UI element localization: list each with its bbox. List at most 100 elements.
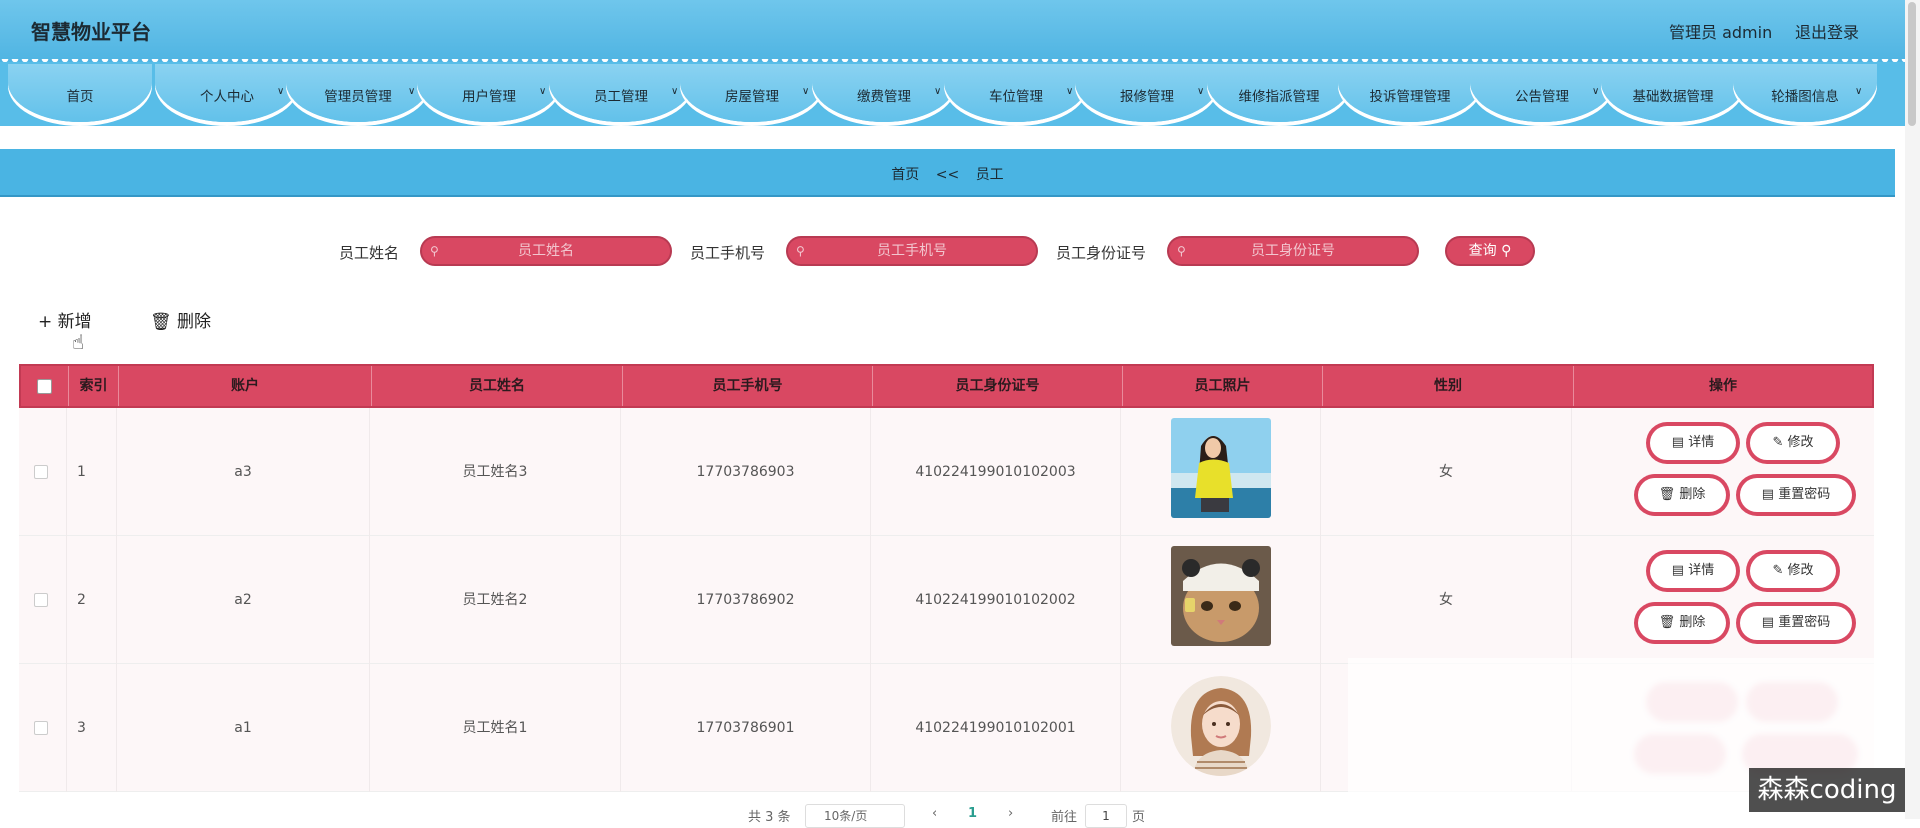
edit-button[interactable]: ✎ 修改 <box>1746 422 1840 464</box>
goto-page-input[interactable]: 1 <box>1085 804 1127 828</box>
search-id-input[interactable]: ⚲ 员工身份证号 <box>1167 236 1419 266</box>
hand-cursor-icon: ☝ <box>72 330 85 354</box>
search-name-input[interactable]: ⚲ 员工姓名 <box>420 236 672 266</box>
search-phone-input[interactable]: ⚲ 员工手机号 <box>786 236 1038 266</box>
search-phone-label: 员工手机号 <box>690 244 766 262</box>
plus-icon: + <box>38 312 53 332</box>
nav-item[interactable]: 车位管理 ∨ <box>944 64 1088 122</box>
page-size-select[interactable]: 10条/页 <box>805 804 905 828</box>
search-icon: ⚲ <box>796 244 805 258</box>
id-number-cell: 410224199010102001 <box>871 664 1121 792</box>
nav-item[interactable]: 基础数据管理 <box>1601 64 1745 122</box>
column-header: 性别 <box>1323 366 1574 406</box>
nav-item[interactable]: 公告管理 ∨ <box>1470 64 1614 122</box>
delete-button[interactable]: 🗑 删除 <box>150 307 211 332</box>
search-icon: ⚲ <box>430 244 439 258</box>
name-cell: 员工姓名2 <box>370 536 621 664</box>
document-icon: ▤ <box>1761 487 1775 502</box>
detail-label: 详情 <box>1688 563 1715 578</box>
nav-item[interactable]: 缴费管理 ∨ <box>812 64 956 122</box>
nav-item[interactable]: 个人中心 ∨ <box>155 64 299 122</box>
phone-cell: 17703786902 <box>621 536 871 664</box>
search-button-label: 查询 <box>1468 243 1497 259</box>
edit-label: 修改 <box>1787 563 1814 578</box>
reset-password-label: 重置密码 <box>1778 615 1831 630</box>
edit-button[interactable]: ✎ 修改 <box>1746 550 1840 592</box>
row-checkbox[interactable] <box>34 721 48 735</box>
nav-item[interactable]: 轮播图信息 ∨ <box>1733 64 1877 122</box>
search-id-label: 员工身份证号 <box>1056 244 1147 262</box>
account-cell: a1 <box>117 664 370 792</box>
nav-item[interactable]: 报修管理 ∨ <box>1075 64 1219 122</box>
edit-label: 修改 <box>1787 435 1814 450</box>
page-size-value: 10条/页 <box>824 809 868 823</box>
search-name-label: 员工姓名 <box>339 244 400 262</box>
breadcrumb-separator: << <box>935 167 960 183</box>
gender-cell: 女 <box>1321 536 1572 664</box>
reset-password-button[interactable]: ▤ 重置密码 <box>1736 474 1856 516</box>
detail-button[interactable]: ▤ 详情 <box>1646 422 1740 464</box>
reset-password-button[interactable]: ▤ 重置密码 <box>1736 602 1856 644</box>
page-scrollbar[interactable] <box>1905 0 1920 819</box>
brand-title: 智慧物业平台 <box>31 20 151 44</box>
breadcrumb-current: 员工 <box>975 167 1004 183</box>
account-cell: a3 <box>117 408 370 536</box>
row-delete-button[interactable]: 🗑 删除 <box>1634 474 1730 516</box>
nav-item-label: 投诉管理管理 <box>1369 89 1451 105</box>
index-cell: 1 <box>67 408 117 536</box>
nav-item[interactable]: 用户管理 ∨ <box>417 64 561 122</box>
row-checkbox[interactable] <box>34 593 48 607</box>
id-number-cell: 410224199010102002 <box>871 536 1121 664</box>
top-header: 智慧物业平台 管理员 admin 退出登录 <box>0 0 1905 62</box>
nav-item[interactable]: 首页 <box>8 64 152 122</box>
goto-page-value: 1 <box>1102 809 1110 823</box>
delete-label: 删除 <box>1679 487 1706 502</box>
scrollbar-thumb[interactable] <box>1908 2 1916 126</box>
chevron-down-icon: ∨ <box>1855 86 1863 97</box>
detail-label: 详情 <box>1688 435 1715 450</box>
nav-item-label: 基础数据管理 <box>1632 89 1714 105</box>
name-cell: 员工姓名1 <box>370 664 621 792</box>
column-header: 员工照片 <box>1123 366 1323 406</box>
column-header: 员工姓名 <box>372 366 623 406</box>
delete-label: 删除 <box>1679 615 1706 630</box>
row-delete-button[interactable]: 🗑 删除 <box>1634 602 1730 644</box>
chevron-down-icon: ∨ <box>277 86 285 97</box>
index-cell: 3 <box>67 664 117 792</box>
select-all-checkbox[interactable] <box>37 379 52 394</box>
account-cell: a2 <box>117 536 370 664</box>
row-select-cell <box>19 408 67 536</box>
add-button[interactable]: + 新增 <box>38 307 92 332</box>
nav-item[interactable]: 员工管理 ∨ <box>549 64 693 122</box>
phone-cell: 17703786901 <box>621 664 871 792</box>
chevron-down-icon: ∨ <box>802 86 810 97</box>
woman-yellow-sweater-photo[interactable] <box>1171 418 1271 518</box>
nav-item[interactable]: 管理员管理 ∨ <box>286 64 430 122</box>
nav-item[interactable]: 维修指派管理 <box>1207 64 1351 122</box>
column-header: 员工手机号 <box>623 366 873 406</box>
detail-button[interactable]: ▤ 详情 <box>1646 550 1740 592</box>
goto-label: 前往 <box>1051 810 1078 825</box>
pencil-icon: ✎ <box>1772 435 1784 450</box>
search-icon: ⚲ <box>1501 243 1512 259</box>
actions-cell: ▤ 详情 ✎ 修改 🗑 删除 ▤ 重置密码 <box>1572 408 1874 536</box>
column-header: 员工身份证号 <box>873 366 1123 406</box>
nav-item[interactable]: 房屋管理 ∨ <box>680 64 824 122</box>
row-checkbox[interactable] <box>34 465 48 479</box>
chevron-down-icon: ∨ <box>1592 86 1600 97</box>
page-suffix: 页 <box>1132 810 1146 825</box>
actions-cell: ▤ 详情 ✎ 修改 🗑 删除 ▤ 重置密码 <box>1572 536 1874 664</box>
chevron-down-icon: ∨ <box>1066 86 1074 97</box>
logout-link[interactable]: 退出登录 <box>1795 19 1859 43</box>
document-icon: ▤ <box>1671 435 1685 450</box>
search-button[interactable]: 查询 ⚲ <box>1445 236 1535 266</box>
name-cell: 员工姓名3 <box>370 408 621 536</box>
cat-photo[interactable] <box>1171 546 1271 646</box>
breadcrumb-home[interactable]: 首页 <box>891 167 919 183</box>
current-user: 管理员 admin <box>1669 23 1773 42</box>
illustrated-girl-avatar[interactable] <box>1171 676 1271 776</box>
column-header: 操作 <box>1709 378 1737 394</box>
table-row: 1 a3 员工姓名3 17703786903 41022419901010200… <box>19 408 1874 536</box>
id-number-cell: 410224199010102003 <box>871 408 1121 536</box>
nav-item[interactable]: 投诉管理管理 <box>1338 64 1482 122</box>
